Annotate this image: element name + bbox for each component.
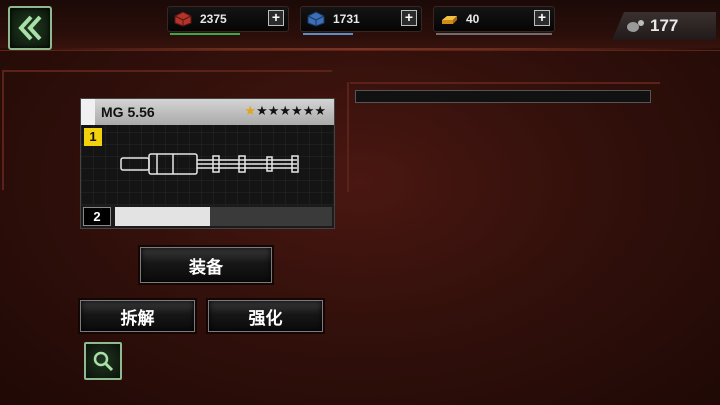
magnifier-icon [93, 351, 114, 372]
star-empty-icon: ★ [267, 103, 280, 118]
supply-crates-bar [170, 33, 240, 35]
grenade-counter: 177 [612, 12, 716, 40]
star-empty-icon: ★ [314, 103, 326, 118]
blue-crate-icon [307, 11, 325, 27]
weapon-level: 2 [83, 207, 111, 226]
detail-bar [355, 90, 651, 103]
supply-crates-count: 2375 [200, 12, 227, 26]
add-supply-crates-button[interactable]: + [268, 10, 284, 26]
weapon-level-bar: 2 [81, 205, 334, 228]
upgrade-button[interactable]: 强化 [208, 300, 323, 332]
dismantle-button[interactable]: 拆解 [80, 300, 195, 332]
weapon-card-header: MG 5.56 ★★★★★★★ [81, 99, 334, 125]
weapon-xp-track [115, 207, 332, 226]
weapon-slot-badge: 1 [84, 128, 102, 146]
double-chevron-left-icon [18, 15, 42, 41]
star-empty-icon: ★ [291, 103, 303, 118]
resource-blue-crates: 1731 + [300, 6, 422, 35]
top-bar-divider [0, 48, 720, 50]
star-empty-icon: ★ [279, 103, 292, 118]
star-empty-icon: ★ [256, 103, 268, 118]
star-empty-icon: ★ [302, 103, 315, 118]
panel-frame-left [2, 70, 4, 190]
blue-crates-bar [303, 33, 353, 35]
panel-frame-top-left [2, 70, 332, 72]
resource-supply-crates: 2375 + [167, 6, 289, 35]
gold-bars-bar [436, 33, 552, 35]
inspect-button[interactable] [84, 342, 122, 380]
panel-frame-divider [347, 82, 349, 192]
weapon-image-area: 1 [81, 125, 334, 205]
gold-bars-count: 40 [466, 12, 480, 26]
red-crate-icon [174, 11, 192, 27]
equip-button[interactable]: 装备 [140, 247, 272, 283]
panel-frame-top-right [350, 82, 660, 84]
resource-gold-bars: 40 + [433, 6, 555, 35]
weapon-card[interactable]: MG 5.56 ★★★★★★★ 1 2 [80, 98, 335, 229]
add-gold-bars-button[interactable]: + [534, 10, 550, 26]
game-screen: 2375 + 1731 + 40 + 177 MG 5.56 ★★★★★★★ 1… [0, 0, 720, 405]
star-filled-icon: ★ [244, 103, 257, 118]
weapon-stars: ★★★★★★★ [244, 103, 326, 119]
grenade-icon [627, 20, 644, 32]
weapon-card-marker [81, 99, 95, 125]
weapon-name: MG 5.56 [101, 104, 155, 120]
minigun-icon [120, 153, 299, 175]
back-button[interactable] [8, 6, 52, 50]
grenade-count: 177 [650, 16, 679, 35]
gold-bar-icon [442, 16, 457, 24]
weapon-xp-fill [115, 207, 211, 226]
add-blue-crates-button[interactable]: + [401, 10, 417, 26]
blue-crates-count: 1731 [333, 12, 360, 26]
